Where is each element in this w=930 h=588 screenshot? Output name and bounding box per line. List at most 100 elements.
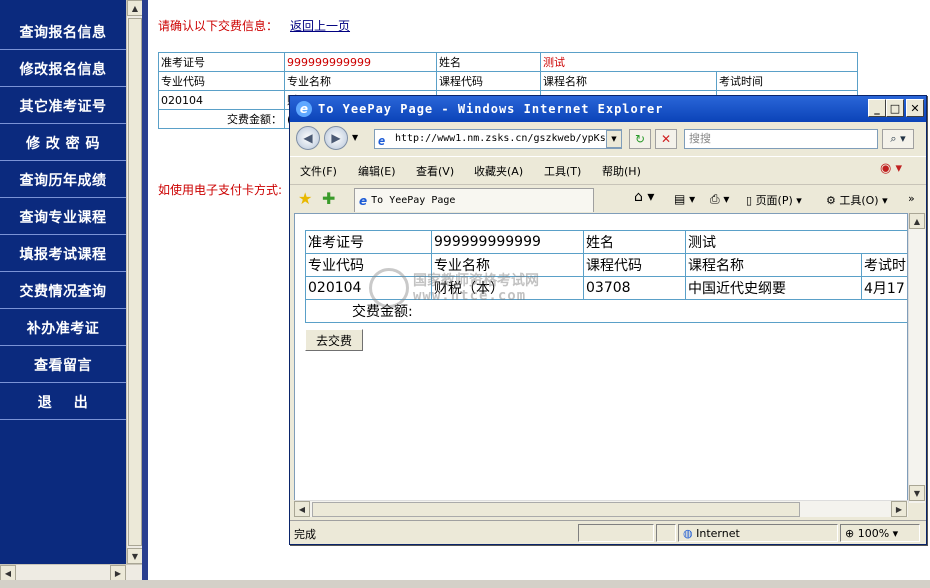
menu-favorites[interactable]: 收藏夹(A) <box>474 163 523 179</box>
status-text: 完成 <box>294 528 316 541</box>
ie-course-code-value: 03708 <box>583 276 686 300</box>
page-menu[interactable]: ▯ 页面(P) ▾ <box>746 192 802 208</box>
zoom-icon: ⊕ <box>845 527 855 540</box>
bottom-strip <box>0 580 930 588</box>
ie-scroll-down-button[interactable]: ▼ <box>909 485 925 501</box>
ie-address-bar: ◀ ▶ ▼ e http://www1.nm.zsks.cn/gszkweb/y… <box>290 122 926 154</box>
scroll-up-button[interactable]: ▲ <box>127 0 143 16</box>
internet-globe-icon: ◍ <box>683 527 693 540</box>
ie-exam-time-value: 4月17 <box>861 276 907 300</box>
ie-label-name: 姓名 <box>583 230 686 254</box>
address-text: http://www1.nm.zsks.cn/gszkweb/ypKs <box>395 133 606 144</box>
ie-label-admission-no: 准考证号 <box>305 230 432 254</box>
rss-feed-icon[interactable]: ◉ ▾ <box>880 161 902 176</box>
scroll-right-button[interactable]: ▶ <box>110 565 126 581</box>
ie-status-bar: 完成 ◍ Internet ⊕ 100% ▾ <box>290 520 926 544</box>
close-button[interactable]: ✕ <box>906 99 924 117</box>
left-vertical-scrollbar[interactable]: ▲ ▼ <box>126 0 143 564</box>
ie-content-area: 准考证号 999999999999 姓名 测试 专业代码 专业名称 课程代码 课… <box>294 213 908 503</box>
scroll-down-button[interactable]: ▼ <box>127 548 143 564</box>
header-course-code: 课程代码 <box>436 71 541 91</box>
ie-hscroll-thumb[interactable] <box>312 502 800 517</box>
address-dropdown-icon[interactable]: ▼ <box>606 130 622 148</box>
ie-fee-label: 交费金额: <box>305 299 907 323</box>
history-dropdown-icon[interactable]: ▼ <box>352 133 358 142</box>
search-icon[interactable]: ⌕ ▾ <box>882 129 914 149</box>
major-code-value: 020104 <box>158 90 285 110</box>
tab-page-icon: e <box>359 193 368 208</box>
status-cell <box>656 524 676 542</box>
menu-file[interactable]: 文件(F) <box>300 163 337 179</box>
menu-help[interactable]: 帮助(H) <box>602 163 641 179</box>
nav-register-exam-courses[interactable]: 填报考试课程 <box>0 236 126 272</box>
maximize-button[interactable]: □ <box>886 99 904 117</box>
menu-view[interactable]: 查看(V) <box>416 163 454 179</box>
tools-menu[interactable]: ⚙ 工具(O) ▾ <box>826 192 888 208</box>
ie-header-course-code: 课程代码 <box>583 253 686 277</box>
ie-horizontal-scrollbar[interactable]: ◀ ▶ <box>294 500 908 517</box>
ie-scroll-left-button[interactable]: ◀ <box>294 501 310 517</box>
back-icon[interactable]: ◀ <box>296 126 320 150</box>
favorites-star-icon[interactable]: ★ <box>298 189 312 208</box>
search-input[interactable]: 搜搜 <box>684 129 878 149</box>
nav-view-messages[interactable]: 查看留言 <box>0 347 126 383</box>
ie-scroll-right-button[interactable]: ▶ <box>891 501 907 517</box>
left-horizontal-scrollbar[interactable]: ◀ ▶ <box>0 564 142 581</box>
go-pay-button[interactable]: 去交费 <box>305 329 363 351</box>
nav-major-courses[interactable]: 查询专业课程 <box>0 199 126 235</box>
label-admission-no: 准考证号 <box>158 52 285 72</box>
fee-label: 交费金额： <box>158 109 285 129</box>
ie-payment-table: 准考证号 999999999999 姓名 测试 专业代码 专业名称 课程代码 课… <box>305 230 907 323</box>
back-link[interactable]: 返回上一页 <box>290 17 350 34</box>
tab-yeepay[interactable]: e To YeePay Page <box>354 188 594 212</box>
print-icon[interactable]: ⎙ ▾ <box>710 192 729 207</box>
address-input[interactable]: e http://www1.nm.zsks.cn/gszkweb/ypKs <box>374 129 622 149</box>
nav-reissue-admission[interactable]: 补办准考证 <box>0 310 126 346</box>
stop-icon[interactable]: ✕ <box>655 129 677 149</box>
nav-logout[interactable]: 退 出 <box>0 384 126 420</box>
ie-titlebar[interactable]: e To YeePay Page - Windows Internet Expl… <box>290 96 926 122</box>
scroll-left-button[interactable]: ◀ <box>0 565 16 581</box>
zoom-control[interactable]: ⊕ 100% ▾ <box>840 524 920 542</box>
ie-vertical-scrollbar[interactable]: ▲ ▼ <box>908 213 925 503</box>
nav-other-admission-no[interactable]: 其它准考证号 <box>0 88 126 124</box>
page-menu-label: 页面(P) <box>755 194 793 207</box>
status-cell <box>578 524 654 542</box>
admission-no-value: 999999999999 <box>284 52 437 72</box>
zoom-level: 100% <box>857 527 890 540</box>
ie-admission-no-value: 999999999999 <box>431 230 584 254</box>
ie-window-title: To YeePay Page - Windows Internet Explor… <box>318 102 664 116</box>
tools-menu-label: 工具(O) <box>839 194 879 207</box>
table-row: 准考证号 999999999999 姓名 测试 <box>305 230 907 254</box>
minimize-button[interactable]: _ <box>868 99 886 117</box>
home-icon[interactable]: ⌂ ▾ <box>634 189 654 205</box>
menu-edit[interactable]: 编辑(E) <box>358 163 396 179</box>
forward-icon[interactable]: ▶ <box>324 126 348 150</box>
feeds-icon[interactable]: ▤ ▾ <box>674 192 695 206</box>
ie-major-code-value: 020104 <box>305 276 432 300</box>
zoom-dropdown-icon[interactable]: ▾ <box>893 527 899 540</box>
ie-header-major-name: 专业名称 <box>431 253 584 277</box>
zone-cell: ◍ Internet <box>678 524 838 542</box>
add-favorite-icon[interactable]: ✚ <box>322 189 335 208</box>
table-row: 准考证号 999999999999 姓名 测试 <box>158 52 858 72</box>
nav-history-scores[interactable]: 查询历年成绩 <box>0 162 126 198</box>
zone-text: Internet <box>696 527 740 540</box>
nav-edit-registration[interactable]: 修改报名信息 <box>0 51 126 87</box>
header-course-name: 课程名称 <box>540 71 717 91</box>
table-row: 020104 财税（本） 03708 中国近代史纲要 4月17 <box>305 276 907 300</box>
card-payment-note: 如使用电子支付卡方式: <box>158 183 283 197</box>
nav-change-password[interactable]: 修 改 密 码 <box>0 125 126 161</box>
scroll-thumb[interactable] <box>128 18 142 546</box>
ie-scroll-up-button[interactable]: ▲ <box>909 213 925 229</box>
table-row: 专业代码 专业名称 课程代码 课程名称 考试时间 <box>158 71 858 91</box>
nav-query-registration[interactable]: 查询报名信息 <box>0 14 126 50</box>
table-row: 专业代码 专业名称 课程代码 课程名称 考试时 <box>305 253 907 277</box>
toolbar-overflow-icon[interactable]: » <box>908 192 915 205</box>
refresh-icon[interactable]: ↻ <box>629 129 651 149</box>
ie-major-name-value: 财税（本） <box>431 276 584 300</box>
ie-course-name-value: 中国近代史纲要 <box>685 276 862 300</box>
menu-tools[interactable]: 工具(T) <box>544 163 581 179</box>
ie-header-exam-time: 考试时 <box>861 253 907 277</box>
nav-payment-status[interactable]: 交费情况查询 <box>0 273 126 309</box>
